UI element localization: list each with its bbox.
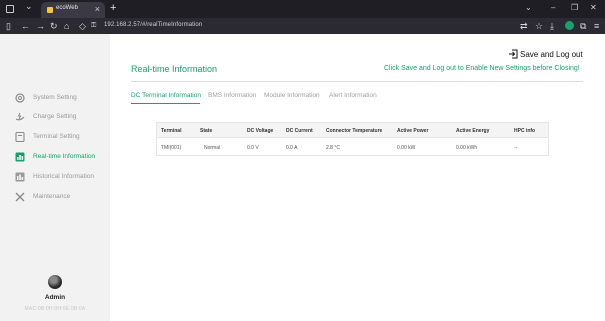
home-icon[interactable]: ⌂	[64, 20, 69, 32]
extensions-menu-icon[interactable]: ⧉	[580, 20, 586, 32]
new-tab-button[interactable]: +	[110, 1, 116, 15]
page-title: Real-time Information	[131, 64, 218, 74]
column-header: Active Energy	[456, 128, 490, 134]
history-icon	[15, 172, 25, 182]
bookmark-icon[interactable]: ☆	[535, 20, 543, 32]
browser-nav-bar: ▯ ← → ↻ ⌂ ◇ ⚿ 192.168.2.57/#/realTimeInf…	[0, 18, 605, 34]
divider	[131, 81, 583, 82]
tab-dc-terminal-information[interactable]: DC Terminal Information	[131, 92, 201, 99]
logout-icon	[509, 49, 518, 59]
tab-close-icon[interactable]: ×	[95, 3, 100, 15]
tab-alert-information[interactable]: Alert Information	[329, 92, 377, 99]
terminal-icon	[15, 131, 25, 143]
column-header: Terminal	[161, 128, 182, 134]
window-icon[interactable]	[6, 5, 14, 13]
column-header: DC Current	[286, 128, 313, 134]
sidebar-item-system-setting[interactable]: System Setting	[14, 92, 108, 106]
back-icon[interactable]: ←	[21, 20, 30, 32]
user-name: Admin	[44, 294, 66, 301]
table-cell: TMI(001)	[161, 145, 182, 151]
active-tab-indicator	[131, 103, 200, 104]
realtime-icon	[15, 152, 25, 162]
tab-list-icon[interactable]: ⌄	[525, 3, 532, 13]
column-header: HPC info	[514, 128, 536, 134]
main-content: Save and Log out Real-time Information C…	[110, 34, 605, 321]
url-bar[interactable]: 192.168.2.57/#/realTimeInformation	[104, 22, 202, 28]
restore-icon[interactable]: ❐	[571, 3, 578, 13]
table-cell: 0.00 kWh	[456, 145, 478, 151]
sidebar-item-label: System Setting	[33, 94, 77, 101]
download-icon[interactable]: ⤓	[550, 20, 554, 32]
table-cell: 2.8 °C	[326, 145, 340, 151]
sidebar-item-label: Real-time Information	[33, 153, 96, 160]
column-header: State	[200, 128, 213, 134]
column-header: DC Voltage	[247, 128, 274, 134]
avatar[interactable]	[48, 275, 62, 289]
sidebar-item-maintenance[interactable]: Maintenance	[14, 191, 108, 205]
sidebar-item-label: Terminal Setting	[33, 133, 80, 140]
column-header: Active Power	[397, 128, 429, 134]
sidebar-item-historical-information[interactable]: Historical Information	[14, 171, 108, 185]
extension-icon[interactable]	[565, 21, 574, 30]
close-window-icon[interactable]: ✕	[590, 3, 597, 13]
sidebar-item-label: Maintenance	[33, 193, 71, 200]
sidebar-item-realtime-information[interactable]: Real-time Information	[14, 151, 108, 165]
table-cell: --	[514, 145, 518, 151]
save-logout-button[interactable]: Save and Log out	[508, 48, 588, 60]
info-tabs: DC Terminal Information BMS Information …	[131, 91, 591, 104]
table-cell: 0.00 kW	[397, 145, 416, 151]
table-row: TMI(001) Normal 0.0 V 0.0 A 2.8 °C 0.00 …	[157, 139, 548, 155]
tab-module-information[interactable]: Module Information	[264, 92, 320, 99]
favicon-icon	[47, 7, 53, 13]
dc-terminal-table: Terminal State DC Voltage DC Current Con…	[156, 122, 549, 156]
minimize-icon[interactable]: –	[551, 3, 555, 13]
reload-icon[interactable]: ↻	[50, 20, 58, 32]
sidebar-toggle-icon[interactable]: ▯	[6, 20, 11, 32]
table-cell: Normal	[204, 145, 221, 151]
table-cell: 0.0 V	[247, 145, 259, 151]
tab-bms-information[interactable]: BMS Information	[208, 92, 256, 99]
forward-icon[interactable]: →	[36, 20, 45, 32]
sidebar-item-label: Charge Setting	[33, 113, 77, 120]
hand-charge-icon	[15, 112, 25, 121]
menu-icon[interactable]: ≡	[594, 20, 599, 32]
mac-address: MAC:0B:0H:0H:0E:0B:0A	[24, 306, 86, 312]
browser-tab[interactable]: ecoWeb ×	[41, 2, 105, 18]
tools-icon	[15, 192, 25, 202]
save-logout-label: Save and Log out	[520, 50, 583, 59]
tabs-chevron-icon[interactable]: ⌄	[25, 1, 33, 12]
sidebar-item-terminal-setting[interactable]: Terminal Setting	[14, 131, 108, 145]
lock-icon[interactable]: ⚿	[91, 20, 96, 32]
table-header-row: Terminal State DC Voltage DC Current Con…	[157, 123, 548, 138]
browser-tab-bar: ⌄ ecoWeb × + ⌄ – ❐ ✕	[0, 0, 605, 18]
sidebar-item-charge-setting[interactable]: Charge Setting	[14, 111, 108, 125]
translate-icon[interactable]: ⇄	[520, 20, 528, 32]
table-cell: 0.0 A	[286, 145, 298, 151]
sidebar-item-label: Historical Information	[33, 173, 95, 180]
sidebar: System Setting Charge Setting Terminal S…	[0, 34, 110, 321]
gear-icon	[15, 93, 25, 103]
column-header: Connector Temperature	[326, 128, 383, 134]
tab-title: ecoWeb	[56, 5, 78, 11]
save-notice: Click Save and Log out to Enable New Set…	[384, 65, 580, 72]
shield-icon[interactable]: ◇	[79, 20, 86, 32]
